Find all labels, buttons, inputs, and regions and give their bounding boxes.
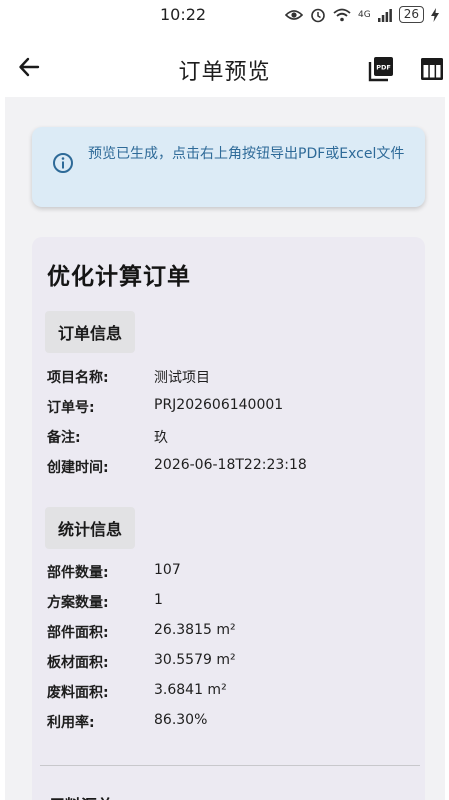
battery-indicator: 26	[398, 6, 424, 23]
order-preview-card: 优化计算订单 订单信息 项目名称: 测试项目 订单号: PRJ202606140…	[32, 237, 425, 800]
export-excel-button[interactable]	[420, 57, 444, 81]
plan-count-label: 方案数量:	[47, 595, 109, 611]
part-area-value: 26.3815 m²	[154, 622, 236, 638]
section-divider	[40, 765, 420, 766]
stats-info-heading: 统计信息	[45, 507, 136, 549]
info-banner: 预览已生成，点击右上角按钮导出PDF或Excel文件	[32, 127, 425, 207]
eye-icon	[285, 9, 304, 20]
created-time-value: 2026-06-18T22:23:18	[154, 457, 307, 473]
signal-icon	[377, 8, 392, 22]
app-bar: 订单预览 PDF	[0, 30, 449, 100]
sheet-area-label: 板材面积:	[47, 655, 109, 671]
wifi-icon	[333, 8, 351, 21]
export-pdf-button[interactable]: PDF	[368, 56, 394, 82]
order-number-value: PRJ202606140001	[154, 397, 284, 413]
part-area-label: 部件面积:	[47, 625, 109, 641]
order-info-heading: 订单信息	[45, 311, 136, 353]
table-icon	[421, 58, 443, 80]
network-type: 4G	[358, 9, 371, 20]
card-title: 优化计算订单	[47, 264, 191, 290]
remark-value: 玖	[154, 430, 168, 446]
content-area[interactable]: 预览已生成，点击右上角按钮导出PDF或Excel文件 优化计算订单 订单信息 项…	[5, 97, 445, 800]
status-time: 10:22	[160, 5, 207, 24]
pdf-icon: PDF	[368, 57, 393, 82]
pdf-icon-label: PDF	[376, 64, 391, 72]
project-name-value: 测试项目	[154, 370, 210, 386]
waste-area-label: 废料面积:	[47, 685, 109, 701]
info-icon	[53, 153, 73, 173]
material-summary-heading: 用料汇总	[49, 792, 113, 800]
project-name-label: 项目名称:	[47, 370, 109, 386]
sheet-area-value: 30.5579 m²	[154, 652, 236, 668]
alarm-icon	[311, 8, 325, 22]
utilization-value: 86.30%	[154, 712, 208, 728]
created-time-label: 创建时间:	[47, 460, 109, 476]
banner-text: 预览已生成，点击右上角按钮导出PDF或Excel文件	[88, 146, 405, 162]
part-count-value: 107	[154, 562, 181, 578]
status-icons: 4G 26	[285, 6, 439, 23]
charging-icon	[431, 7, 439, 22]
part-count-label: 部件数量:	[47, 565, 109, 581]
utilization-label: 利用率:	[47, 715, 95, 731]
status-bar: 10:22 4G 26	[0, 0, 449, 30]
remark-label: 备注:	[47, 430, 81, 446]
order-number-label: 订单号:	[47, 400, 95, 416]
waste-area-value: 3.6841 m²	[154, 682, 227, 698]
plan-count-value: 1	[154, 592, 163, 608]
